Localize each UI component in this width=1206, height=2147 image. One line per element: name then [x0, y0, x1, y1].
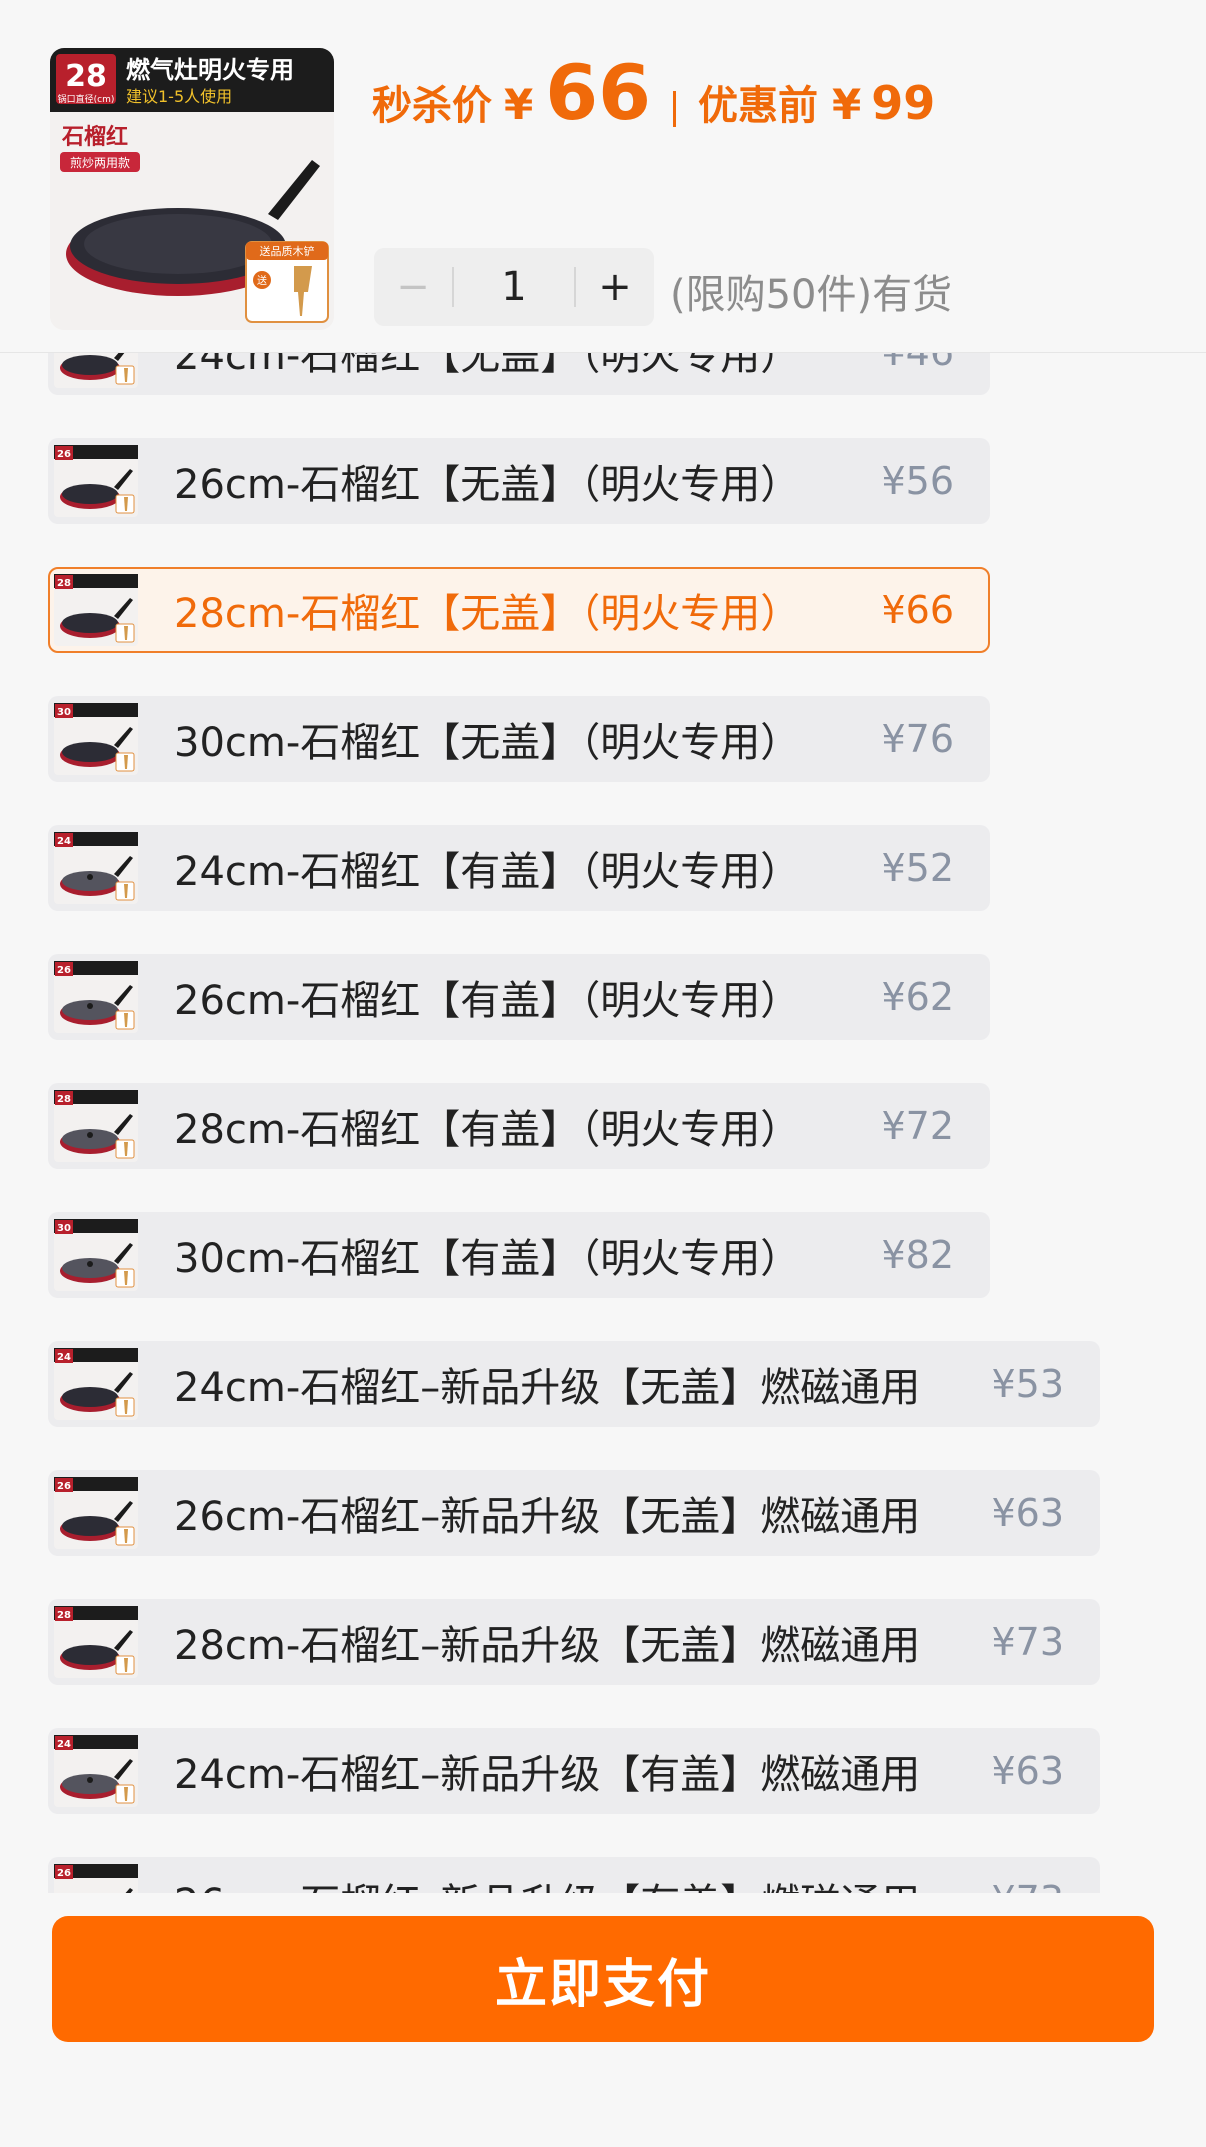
variant-option[interactable]: 26 26cm-石榴红–新品升级【无盖】燃磁通用 ¥63	[48, 1470, 1100, 1556]
variant-option[interactable]: 28 28cm-石榴红【无盖】（明火专用） ¥66	[48, 567, 990, 653]
variant-option-label: 24cm-石榴红【无盖】（明火专用）	[174, 353, 801, 379]
variant-option[interactable]: 26 26cm-石榴红【有盖】（明火专用） ¥62	[48, 954, 990, 1040]
variant-option-label: 28cm-石榴红–新品升级【无盖】燃磁通用	[174, 1623, 921, 1669]
variant-option-label: 26cm-石榴红【无盖】（明火专用）	[174, 462, 801, 508]
variant-option[interactable]: 26 26cm-石榴红【无盖】（明火专用） ¥56	[48, 438, 990, 524]
variant-option-price: ¥82	[881, 1233, 954, 1277]
size-badge-text: 28	[65, 59, 107, 94]
original-price-value: 99	[871, 76, 936, 130]
variant-option-price: ¥63	[991, 1749, 1064, 1793]
flash-price-value: 66	[545, 48, 651, 137]
gift-mark: 送	[257, 274, 267, 287]
variant-option[interactable]: 30 30cm-石榴红【有盖】（明火专用） ¥82	[48, 1212, 990, 1298]
gift-label: 送品质木铲	[260, 244, 315, 258]
variant-option-price: ¥46	[881, 353, 954, 374]
variant-option-price: ¥62	[881, 975, 954, 1019]
svg-text:26: 26	[57, 1868, 71, 1879]
svg-text:28: 28	[57, 1094, 71, 1105]
original-price-currency: ¥	[832, 80, 862, 129]
variant-option[interactable]: 24 24cm-石榴红【有盖】（明火专用） ¥52	[48, 825, 990, 911]
variant-list[interactable]: 24 24cm-石榴红【无盖】（明火专用） ¥46 26 26cm-石榴红【无盖】（明火…	[0, 353, 1206, 1893]
quantity-input[interactable]: 1	[454, 264, 574, 310]
variant-option[interactable]: 26 26cm-石榴红–新品升级【有盖】燃磁通用 ¥73	[48, 1857, 1100, 1893]
variant-option-label: 26cm-石榴红–新品升级【无盖】燃磁通用	[174, 1494, 921, 1540]
svg-text:24: 24	[57, 836, 71, 847]
pay-now-button[interactable]: 立即支付	[52, 1916, 1154, 2042]
original-price-label: 优惠前	[698, 83, 818, 129]
variant-option-price: ¥66	[881, 588, 954, 632]
variant-option-price: ¥73	[991, 1878, 1064, 1893]
svg-text:24: 24	[57, 1739, 71, 1750]
variant-option-label: 30cm-石榴红【无盖】（明火专用）	[174, 720, 801, 766]
svg-text:24: 24	[57, 1352, 71, 1363]
svg-text:28: 28	[57, 1610, 71, 1621]
variant-option[interactable]: 28 28cm-石榴红–新品升级【无盖】燃磁通用 ¥73	[48, 1599, 1100, 1685]
variant-option-price: ¥53	[991, 1362, 1064, 1406]
variant-option-price: ¥72	[881, 1104, 954, 1148]
size-badge-note: 锅口直径(cm)	[58, 93, 115, 105]
variant-option-price: ¥52	[881, 846, 954, 890]
variant-option-label: 30cm-石榴红【有盖】（明火专用）	[174, 1236, 801, 1282]
variant-thumbnail-icon: 26	[54, 1477, 138, 1549]
svg-text:30: 30	[57, 707, 71, 718]
variant-thumbnail-icon: 28	[54, 574, 138, 646]
price-divider	[673, 91, 676, 127]
product-thumbnail: 28 锅口直径(cm) 燃气灶明火专用 建议1-5人使用 石榴红 煎炒两用款 送…	[50, 48, 334, 330]
variant-option-price: ¥76	[881, 717, 954, 761]
variant-option-price: ¥73	[991, 1620, 1064, 1664]
increase-quantity-button[interactable]: +	[576, 248, 654, 326]
stock-status: (限购50件)有货	[670, 272, 953, 318]
variant-option-price: ¥56	[881, 459, 954, 503]
variant-option-label: 26cm-石榴红【有盖】（明火专用）	[174, 978, 801, 1024]
price-row: 秒杀价 ¥ 66 优惠前 ¥ 99	[372, 48, 935, 158]
flash-price-label: 秒杀价	[372, 83, 492, 129]
variant-thumbnail-icon: 24	[54, 832, 138, 904]
variant-thumbnail-icon: 30	[54, 703, 138, 775]
variant-option[interactable]: 24 24cm-石榴红【无盖】（明火专用） ¥46	[48, 353, 990, 395]
thumb-color-note: 煎炒两用款	[70, 155, 130, 170]
thumb-color-name: 石榴红	[61, 124, 128, 150]
thumb-title: 燃气灶明火专用	[126, 56, 294, 84]
svg-text:30: 30	[57, 1223, 71, 1234]
variant-option[interactable]: 24 24cm-石榴红–新品升级【无盖】燃磁通用 ¥53	[48, 1341, 1100, 1427]
product-summary-header: 28 锅口直径(cm) 燃气灶明火专用 建议1-5人使用 石榴红 煎炒两用款 送…	[0, 0, 1206, 353]
variant-option[interactable]: 30 30cm-石榴红【无盖】（明火专用） ¥76	[48, 696, 990, 782]
quantity-stepper: − 1 +	[374, 248, 654, 326]
variant-thumbnail-icon: 24	[54, 353, 138, 388]
decrease-quantity-button[interactable]: −	[374, 248, 452, 326]
svg-text:26: 26	[57, 449, 71, 460]
variant-option-label: 24cm-石榴红【有盖】（明火专用）	[174, 849, 801, 895]
variant-option[interactable]: 24 24cm-石榴红–新品升级【有盖】燃磁通用 ¥63	[48, 1728, 1100, 1814]
frying-pan-image: 28 锅口直径(cm) 燃气灶明火专用 建议1-5人使用 石榴红 煎炒两用款 送…	[50, 48, 334, 330]
variant-thumbnail-icon: 28	[54, 1090, 138, 1162]
variant-thumbnail-icon: 30	[54, 1219, 138, 1291]
variant-option-label: 26cm-石榴红–新品升级【有盖】燃磁通用	[174, 1871, 920, 1893]
svg-text:26: 26	[57, 965, 71, 976]
variant-option-price: ¥63	[991, 1491, 1064, 1535]
variant-option-label: 24cm-石榴红–新品升级【有盖】燃磁通用	[174, 1752, 921, 1798]
variant-option-label: 28cm-石榴红【有盖】（明火专用）	[174, 1107, 801, 1153]
bottom-safe-area	[0, 2070, 1206, 2147]
variant-thumbnail-icon: 26	[54, 961, 138, 1033]
flash-price-currency: ¥	[504, 80, 534, 129]
variant-thumbnail-icon: 24	[54, 1735, 138, 1807]
variant-thumbnail-icon: 24	[54, 1348, 138, 1420]
variant-option[interactable]: 28 28cm-石榴红【有盖】（明火专用） ¥72	[48, 1083, 990, 1169]
variant-option-label: 28cm-石榴红【无盖】（明火专用）	[174, 591, 801, 637]
svg-text:26: 26	[57, 1481, 71, 1492]
thumb-subtitle: 建议1-5人使用	[126, 87, 232, 106]
variant-thumbnail-icon: 26	[54, 1864, 138, 1893]
variant-thumbnail-icon: 28	[54, 1606, 138, 1678]
variant-option-label: 24cm-石榴红–新品升级【无盖】燃磁通用	[174, 1365, 921, 1411]
variant-thumbnail-icon: 26	[54, 445, 138, 517]
svg-text:28: 28	[57, 578, 71, 589]
